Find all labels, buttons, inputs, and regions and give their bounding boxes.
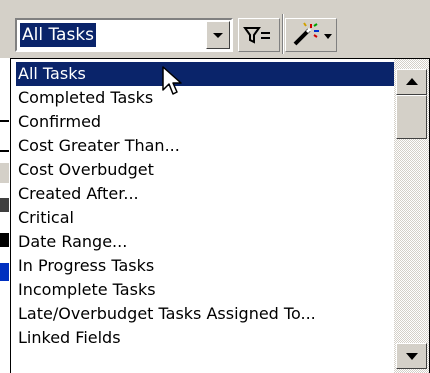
arrow-up-icon xyxy=(405,78,418,85)
scroll-thumb[interactable] xyxy=(396,95,427,139)
filter-combo-value: All Tasks xyxy=(20,23,97,47)
autofilter-button[interactable] xyxy=(238,18,280,52)
background-sheet-edge xyxy=(0,58,10,373)
filter-option-late-overbudget-tasks[interactable]: Late/Overbudget Tasks Assigned To... xyxy=(16,302,396,326)
filter-option-linked-fields[interactable]: Linked Fields xyxy=(16,326,396,350)
filter-option-completed-tasks[interactable]: Completed Tasks xyxy=(16,86,396,110)
vertical-scrollbar[interactable] xyxy=(394,59,429,373)
scroll-down-button[interactable] xyxy=(396,343,427,369)
sheet-gridline xyxy=(0,150,9,152)
filter-options: All Tasks Completed Tasks Confirmed Cost… xyxy=(16,62,396,350)
filter-option-cost-greater-than[interactable]: Cost Greater Than... xyxy=(16,134,396,158)
filter-option-critical[interactable]: Critical xyxy=(16,206,396,230)
sheet-cell-marker xyxy=(0,233,9,247)
wizard-button[interactable] xyxy=(285,18,337,52)
filter-option-incomplete-tasks[interactable]: Incomplete Tasks xyxy=(16,278,396,302)
filter-option-in-progress-tasks[interactable]: In Progress Tasks xyxy=(16,254,396,278)
filter-option-cost-overbudget[interactable]: Cost Overbudget xyxy=(16,158,396,182)
magic-wand-icon xyxy=(293,22,332,46)
filter-option-all-tasks[interactable]: All Tasks xyxy=(16,62,396,86)
filter-dropdown-list: All Tasks Completed Tasks Confirmed Cost… xyxy=(10,58,430,373)
filter-option-created-after[interactable]: Created After... xyxy=(16,182,396,206)
sheet-row-header xyxy=(0,163,9,183)
arrow-down-icon xyxy=(405,353,418,360)
filter-combo-box[interactable]: All Tasks xyxy=(15,18,233,52)
sheet-cell-marker xyxy=(0,198,9,212)
sheet-gridline xyxy=(0,120,9,122)
autofilter-icon xyxy=(243,27,270,44)
toolbar-separator xyxy=(282,14,284,54)
filter-combo-dropdown-button[interactable] xyxy=(206,21,230,49)
sheet-cell-marker xyxy=(0,263,9,281)
scroll-up-button[interactable] xyxy=(396,69,427,95)
formatting-toolbar: All Tasks xyxy=(0,0,430,58)
filter-option-date-range[interactable]: Date Range... xyxy=(16,230,396,254)
filter-option-confirmed[interactable]: Confirmed xyxy=(16,110,396,134)
dropdown-arrow-icon xyxy=(213,33,223,38)
mouse-pointer-icon xyxy=(162,66,182,95)
